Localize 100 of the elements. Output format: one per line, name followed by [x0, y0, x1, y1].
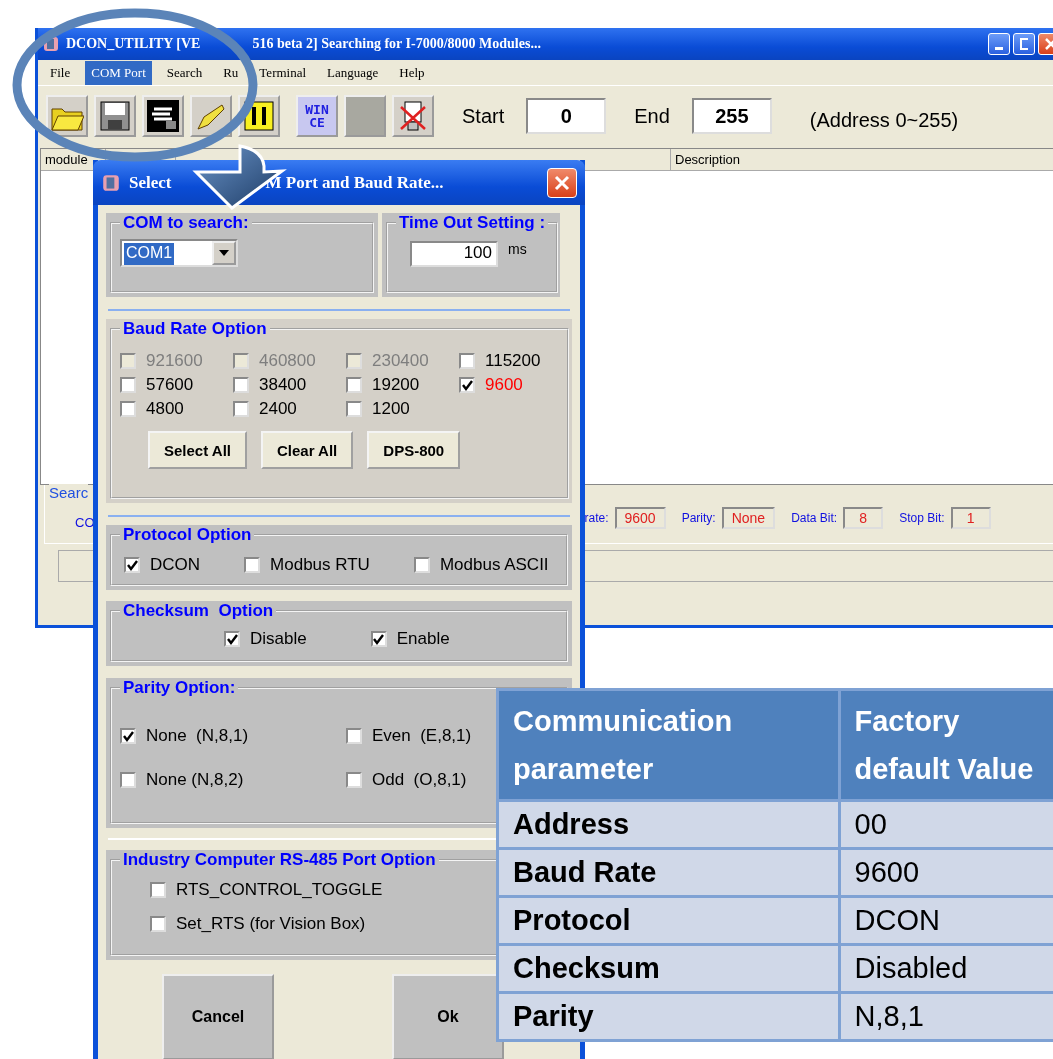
checkbox-label: 9600	[485, 375, 523, 395]
checkbox-label: 115200	[485, 351, 541, 371]
checkbox[interactable]	[233, 377, 249, 393]
checkbox[interactable]	[120, 772, 136, 788]
checkbox[interactable]	[346, 772, 362, 788]
table-cell: Disabled	[839, 944, 1053, 993]
menu-item[interactable]: COM Port	[85, 60, 152, 85]
menu-item[interactable]: Search	[160, 60, 209, 85]
checkbox-label: 2400	[259, 399, 297, 419]
checkbox-label: 1200	[372, 399, 410, 419]
checkbox[interactable]	[233, 401, 249, 417]
group-title: Checksum Option	[122, 601, 275, 621]
printer-icon	[146, 99, 180, 133]
option-button[interactable]: Select All	[148, 431, 247, 469]
checkbox-label: 57600	[146, 375, 194, 395]
status-label: rate:	[584, 511, 609, 525]
checkbox-label: Odd (O,8,1)	[372, 770, 467, 790]
checkbox[interactable]	[459, 353, 475, 369]
checkbox[interactable]	[346, 401, 362, 417]
maximize-button[interactable]	[1013, 33, 1035, 55]
status-value: 9600	[614, 507, 666, 529]
group-title: Protocol Option	[122, 525, 253, 545]
checkbox[interactable]	[459, 377, 475, 393]
checkbox-label: 38400	[259, 375, 307, 395]
checkbox[interactable]	[346, 728, 362, 744]
table-header: Communication parameter	[497, 689, 839, 801]
dialog-button[interactable]: Cancel	[162, 974, 274, 1059]
checkbox[interactable]	[244, 557, 261, 573]
column-header[interactable]: Description	[671, 149, 1053, 171]
end-label: End	[634, 104, 670, 128]
checkbox-label: Enable	[396, 629, 450, 649]
menu-item[interactable]: Help	[393, 60, 431, 85]
group-title: COM to search:	[122, 213, 250, 233]
app-icon	[101, 172, 121, 193]
toolbar-button[interactable]: WIN CE	[296, 95, 338, 137]
start-field[interactable]: 0	[526, 98, 607, 134]
window-title: DCON_UTILITY [VE	[66, 36, 201, 52]
minimize-icon	[995, 46, 1003, 50]
table-cell: N,8,1	[839, 992, 1053, 1041]
end-field[interactable]: 255	[691, 98, 772, 134]
window-title: 516 beta 2] Searching for I-7000/8000 Modules...	[252, 36, 541, 52]
checkbox[interactable]	[346, 377, 362, 393]
option-button[interactable]: DPS-800	[367, 431, 461, 469]
checkbox[interactable]	[150, 916, 166, 932]
checkbox-label: RTS_CONTROL_TOGGLE	[176, 880, 383, 900]
close-icon	[554, 174, 570, 191]
dialog-button[interactable]: Ok	[392, 974, 504, 1059]
com-port-dropdown[interactable]: COM1	[120, 239, 238, 267]
toolbar-button[interactable]	[142, 95, 184, 137]
status-label: Stop Bit:	[899, 511, 945, 525]
status-label: Data Bit:	[791, 511, 838, 525]
status-value: 1	[950, 507, 991, 529]
checkbox[interactable]	[413, 557, 430, 573]
group-label: Searc	[49, 484, 89, 501]
table-cell: Address	[497, 800, 839, 849]
checkbox-label: Modbus RTU	[270, 555, 370, 575]
close-icon	[1045, 38, 1053, 50]
start-label: Start	[462, 104, 505, 128]
group-title: Parity Option:	[122, 678, 237, 698]
menu-item[interactable]: Ru	[217, 60, 245, 85]
menu-item[interactable]: Language	[321, 60, 385, 85]
menu-item[interactable]: File	[44, 60, 77, 85]
table-header: Factory default Value	[839, 689, 1053, 801]
dialog-title: Select	[129, 172, 172, 193]
checkbox-label: None (N,8,2)	[146, 770, 244, 790]
minimize-button[interactable]	[988, 33, 1010, 55]
checkbox-label: Disable	[250, 629, 307, 649]
table-cell: Protocol	[497, 896, 839, 945]
status-value: 8	[843, 507, 884, 529]
group-title: Baud Rate Option	[122, 319, 268, 339]
toolbar-button[interactable]	[94, 95, 136, 137]
timeout-field[interactable]: 100	[410, 241, 498, 267]
checkbox[interactable]	[124, 557, 140, 573]
status-value: None	[721, 507, 776, 529]
table-cell: 9600	[839, 848, 1053, 897]
checkbox-label: Set_RTS (for Vision Box)	[176, 914, 366, 934]
group-title: Time Out Setting :	[398, 213, 547, 233]
close-button[interactable]	[547, 167, 577, 198]
checkbox-label: Modbus ASCII	[439, 555, 549, 575]
menu-item[interactable]: Terminal	[253, 60, 313, 85]
option-button[interactable]: Clear All	[261, 431, 354, 469]
checkbox[interactable]	[120, 401, 136, 417]
checkbox[interactable]	[150, 882, 166, 898]
checkbox-label: 4800	[146, 399, 184, 419]
maximize-icon	[1020, 38, 1028, 50]
table-cell: 00	[839, 800, 1053, 849]
checkbox[interactable]	[120, 728, 136, 744]
floppy-icon	[98, 99, 132, 133]
checkbox[interactable]	[120, 377, 136, 393]
checkbox-label: Even (E,8,1)	[372, 726, 472, 746]
checkbox-label: DCON	[150, 555, 201, 575]
table-cell: DCON	[839, 896, 1053, 945]
dropdown-arrow-icon	[219, 250, 229, 256]
table-cell: Checksum	[497, 944, 839, 993]
checkbox[interactable]	[224, 631, 240, 647]
checkbox-label: 460800	[259, 351, 316, 371]
checkbox[interactable]	[370, 631, 387, 647]
checkbox-label: None (N,8,1)	[146, 726, 249, 746]
address-range-note: (Address 0~255)	[809, 108, 959, 132]
checkbox-label: 19200	[372, 375, 420, 395]
